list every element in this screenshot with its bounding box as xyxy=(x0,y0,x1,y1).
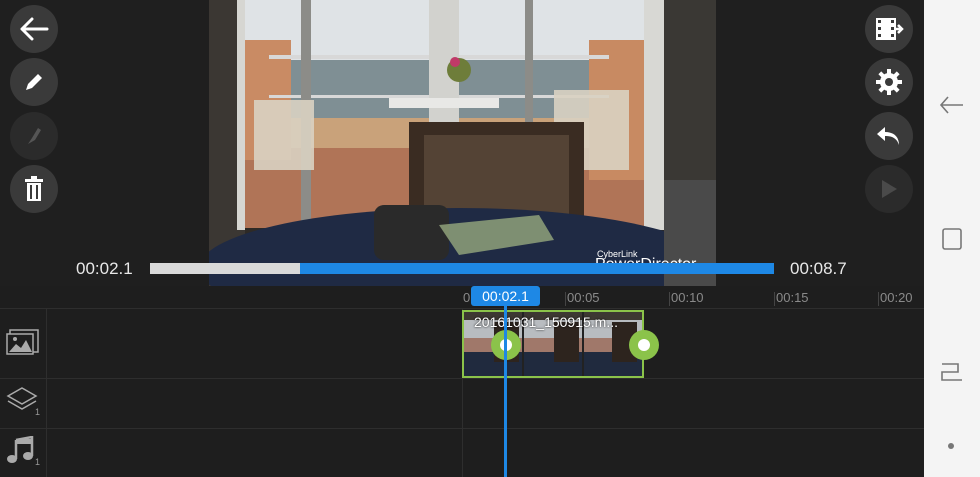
clip-trim-handle-end[interactable] xyxy=(629,330,659,360)
edit-button[interactable] xyxy=(10,58,58,106)
delete-button[interactable] xyxy=(10,165,58,213)
brush-icon xyxy=(28,128,41,144)
export-button[interactable] xyxy=(865,5,913,53)
current-time: 00:02.1 xyxy=(76,259,133,278)
undo-button[interactable] xyxy=(865,112,913,160)
play-icon xyxy=(882,180,897,198)
trash-icon xyxy=(25,176,43,201)
export-film-icon xyxy=(876,18,904,40)
nav-back-icon[interactable] xyxy=(938,94,966,116)
nav-recents-icon[interactable] xyxy=(938,226,966,252)
system-nav-bar xyxy=(924,0,980,477)
timeline[interactable]: 0 00:05 00:10 00:15 00:20 1 1 20161031_1… xyxy=(0,286,924,477)
clip-name: 20161031_150915.m... xyxy=(474,314,619,330)
trim-progress-bar[interactable] xyxy=(150,263,774,274)
trim-progress-played xyxy=(150,263,300,274)
video-track-icon xyxy=(6,329,39,355)
ruler-label: 0 xyxy=(463,290,471,305)
undo-icon xyxy=(877,127,899,145)
pencil-icon xyxy=(26,74,42,90)
playhead-time[interactable]: 00:02.1 xyxy=(471,286,540,306)
playhead-line[interactable] xyxy=(504,306,507,477)
settings-button[interactable] xyxy=(865,58,913,106)
preview-scene-image xyxy=(209,0,716,286)
back-arrow-icon xyxy=(20,17,49,41)
ruler-label: 00:20 xyxy=(880,290,913,305)
brush-button[interactable] xyxy=(10,112,58,160)
end-time: 00:08.7 xyxy=(790,259,847,278)
music-track-count: 1 xyxy=(35,457,41,467)
ruler-label: 00:15 xyxy=(776,290,809,305)
play-button[interactable] xyxy=(865,165,913,213)
nav-dot-icon xyxy=(948,443,954,449)
back-button[interactable] xyxy=(10,5,58,53)
video-editor-screen: CyberLink PowerDirector xyxy=(0,0,980,477)
nav-home-swap-icon[interactable] xyxy=(938,360,966,384)
video-clip[interactable]: 20161031_150915.m... xyxy=(462,310,644,378)
gear-icon xyxy=(876,69,902,95)
ruler-label: 00:05 xyxy=(567,290,600,305)
video-preview[interactable]: CyberLink PowerDirector xyxy=(209,0,716,286)
overlay-track-count: 1 xyxy=(35,407,41,417)
ruler-label: 00:10 xyxy=(671,290,704,305)
music-track-icon xyxy=(7,436,34,463)
